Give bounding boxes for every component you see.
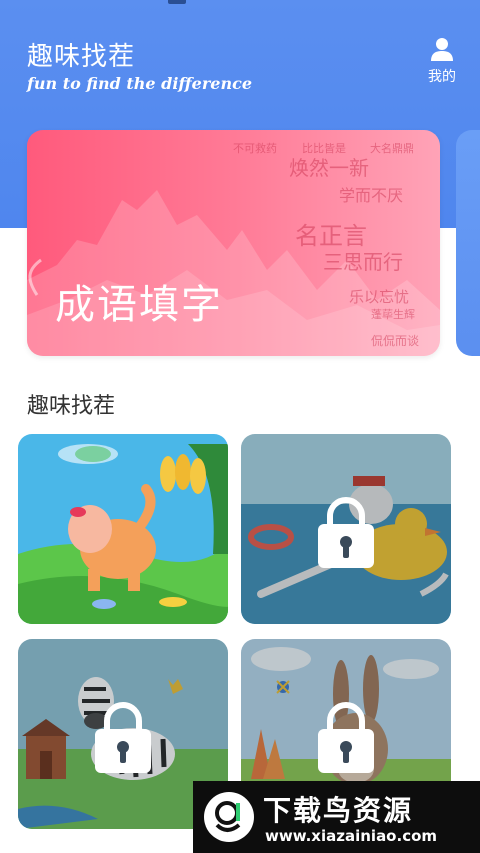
lock-icon <box>318 702 374 773</box>
watermark-logo-icon <box>204 792 254 842</box>
next-banner-peek[interactable] <box>456 130 480 356</box>
level-card-cow-duck[interactable] <box>241 434 451 624</box>
profile-button[interactable]: 我的 <box>420 36 464 88</box>
lock-icon <box>95 702 151 773</box>
section-title: 趣味找茬 <box>27 394 116 419</box>
idiom-label: 侃侃而谈 <box>371 334 420 348</box>
app-title: 趣味找茬 <box>27 42 136 72</box>
app-subtitle: fun to find the difference <box>27 74 252 93</box>
idiom-label: 大名鼎鼎 <box>370 142 414 155</box>
idiom-label: 不可救药 <box>233 142 277 155</box>
idiom-label: 三思而行 <box>323 250 403 274</box>
site-watermark: 下载鸟资源 www.xiazainiao.com <box>193 781 480 853</box>
level-card-elephant[interactable] <box>18 434 228 624</box>
idiom-label: 蓬荜生辉 <box>371 308 415 321</box>
lock-icon <box>318 497 374 568</box>
banner-title: 成语填字 <box>55 282 223 328</box>
status-bar-indicator <box>168 0 186 4</box>
idiom-game-banner[interactable]: 不可救药 比比皆是 大名鼎鼎 焕然一新 学而不厌 名正言 三思而行 乐以忘忧 蓬… <box>27 130 440 356</box>
profile-label: 我的 <box>428 69 456 85</box>
watermark-title: 下载鸟资源 <box>263 794 414 827</box>
person-icon <box>431 38 453 61</box>
idiom-label: 焕然一新 <box>289 156 369 180</box>
elephant-scene-image <box>18 434 228 624</box>
idiom-label: 学而不厌 <box>339 186 404 205</box>
watermark-url: www.xiazainiao.com <box>265 827 438 845</box>
idiom-label: 乐以忘忧 <box>349 288 410 306</box>
